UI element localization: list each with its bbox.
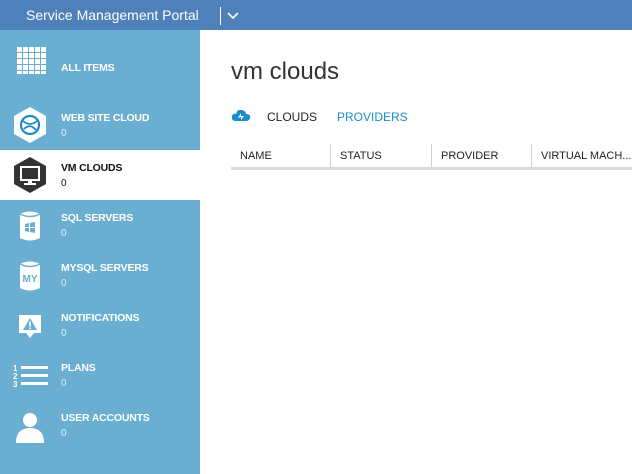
column-header-provider[interactable]: PROVIDER	[432, 144, 531, 168]
sidebar-item-sql-servers[interactable]: SQL SERVERS 0	[0, 200, 200, 250]
header-divider	[220, 7, 221, 25]
database-icon	[19, 211, 41, 241]
sidebar-item-vm-clouds[interactable]: VM CLOUDS 0	[0, 150, 200, 200]
sidebar-item-label: MYSQL SERVERS	[61, 262, 149, 274]
sidebar-item-count: 0	[61, 228, 67, 239]
column-header-status[interactable]: STATUS	[331, 144, 431, 168]
svg-text:3: 3	[13, 380, 18, 389]
sidebar-item-plans[interactable]: 1 2 3 PLANS 0	[0, 350, 200, 400]
tab-clouds[interactable]: CLOUDS	[267, 110, 317, 124]
page-title: vm clouds	[231, 58, 340, 85]
sidebar-item-count: 0	[61, 428, 67, 439]
sidebar-item-label: SQL SERVERS	[61, 212, 134, 224]
main-content: vm clouds CLOUDS PROVIDERS NAME STATUS P…	[200, 30, 632, 474]
sidebar: ALL ITEMS WEB SITE CLOUD 0 VM CLOUDS 0 S…	[0, 30, 200, 474]
portal-title[interactable]: Service Management Portal	[26, 7, 199, 23]
cloud-sync-icon	[231, 109, 251, 121]
sidebar-item-count: 0	[61, 378, 67, 389]
sidebar-item-label: WEB SITE CLOUD	[61, 112, 150, 124]
sidebar-item-notifications[interactable]: NOTIFICATIONS 0	[0, 300, 200, 350]
monitor-icon	[14, 157, 46, 193]
sidebar-item-label: NOTIFICATIONS	[61, 312, 140, 324]
tab-providers[interactable]: PROVIDERS	[337, 110, 408, 124]
sidebar-item-label: USER ACCOUNTS	[61, 412, 150, 424]
sidebar-item-count: 0	[61, 178, 67, 189]
sidebar-item-label: PLANS	[61, 362, 96, 374]
column-header-virtual-machines[interactable]: VIRTUAL MACH...	[532, 144, 632, 168]
grid-icon	[17, 47, 46, 74]
sidebar-item-user-accounts[interactable]: USER ACCOUNTS 0	[0, 400, 200, 450]
sidebar-item-count: 0	[61, 278, 67, 289]
sidebar-item-all-items[interactable]: ALL ITEMS	[0, 30, 200, 80]
globe-icon	[14, 107, 46, 143]
svg-text:MY: MY	[23, 274, 38, 285]
mysql-database-icon: MY	[19, 261, 41, 291]
sidebar-item-mysql-servers[interactable]: MY MYSQL SERVERS 0	[0, 250, 200, 300]
table-header: NAME STATUS PROVIDER VIRTUAL MACH...	[231, 144, 632, 170]
warning-bubble-icon	[19, 315, 41, 338]
column-header-name[interactable]: NAME	[231, 144, 330, 168]
top-bar: Service Management Portal	[0, 0, 632, 30]
sidebar-item-label: VM CLOUDS	[61, 162, 123, 174]
sidebar-item-count: 0	[61, 328, 67, 339]
sidebar-item-web-site-cloud[interactable]: WEB SITE CLOUD 0	[0, 100, 200, 150]
numbered-list-icon: 1 2 3	[13, 364, 48, 389]
sidebar-item-count: 0	[61, 128, 67, 139]
sidebar-item-label: ALL ITEMS	[61, 62, 115, 74]
chevron-down-icon[interactable]	[225, 9, 241, 23]
user-icon	[16, 413, 44, 443]
